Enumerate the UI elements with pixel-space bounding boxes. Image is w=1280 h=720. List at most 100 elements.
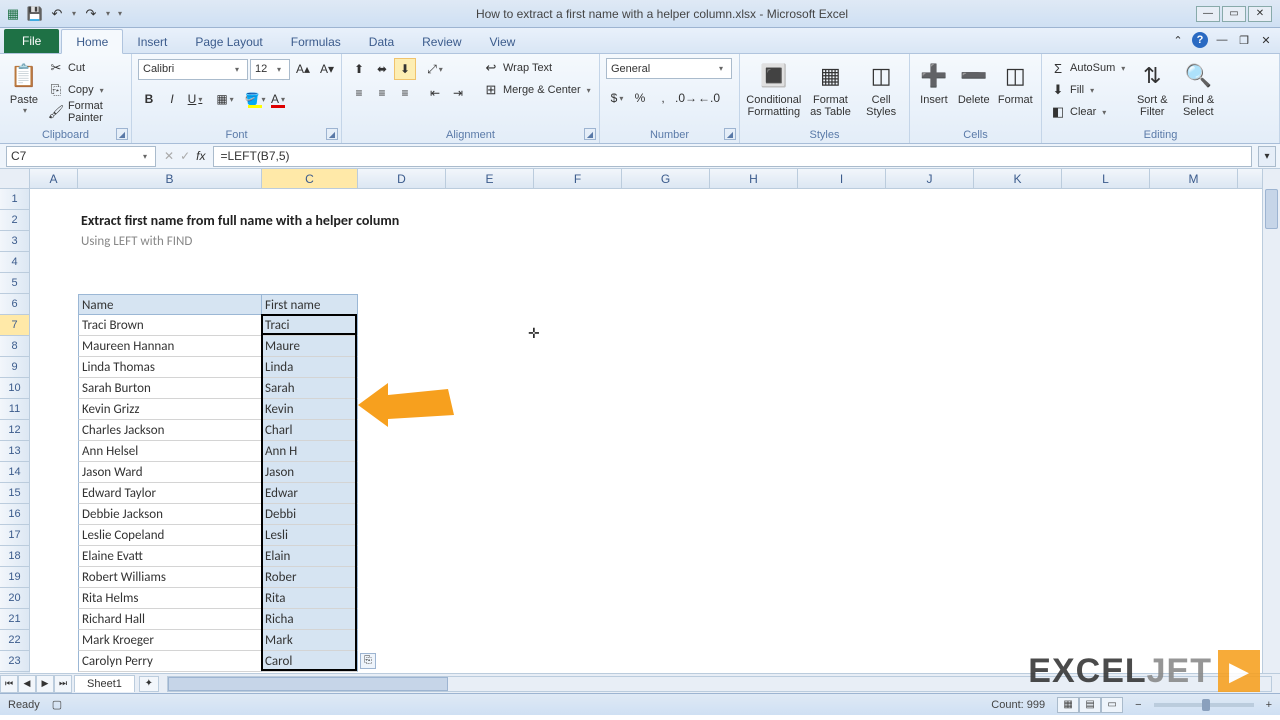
clipboard-launcher-icon[interactable]: ◢ <box>116 128 128 140</box>
clear-button[interactable]: ◧Clear▾ <box>1048 102 1127 122</box>
cell-C9[interactable]: Linda <box>262 357 358 378</box>
row-header-8[interactable]: 8 <box>0 336 30 357</box>
fx-icon[interactable]: fx <box>196 149 205 163</box>
cut-button[interactable]: ✂Cut <box>46 58 125 78</box>
cell-B9[interactable]: Linda Thomas <box>78 357 262 378</box>
cell-C20[interactable]: Rita <box>262 588 358 609</box>
help-icon[interactable]: ? <box>1192 32 1208 48</box>
row-header-3[interactable]: 3 <box>0 231 30 252</box>
cell-B6[interactable]: Name <box>78 294 262 315</box>
zoom-in-icon[interactable]: + <box>1266 699 1272 711</box>
cell-C23[interactable]: Carol <box>262 651 358 672</box>
macro-record-icon[interactable]: ▢ <box>52 698 62 711</box>
cell-B20[interactable]: Rita Helms <box>78 588 262 609</box>
name-box[interactable]: C7▾ <box>6 146 156 167</box>
redo-icon[interactable]: ↷ <box>82 5 100 23</box>
row-header-22[interactable]: 22 <box>0 630 30 651</box>
number-launcher-icon[interactable]: ◢ <box>724 128 736 140</box>
cell-C15[interactable]: Edwar <box>262 483 358 504</box>
hscroll-thumb[interactable] <box>168 677 448 691</box>
tab-home[interactable]: Home <box>61 29 123 54</box>
increase-indent-icon[interactable]: ⇥ <box>447 82 469 104</box>
underline-button[interactable]: U▾ <box>184 88 206 110</box>
cell-B11[interactable]: Kevin Grizz <box>78 399 262 420</box>
col-header-J[interactable]: J <box>886 169 974 188</box>
row-header-23[interactable]: 23 <box>0 651 30 672</box>
cell-C10[interactable]: Sarah <box>262 378 358 399</box>
alignment-launcher-icon[interactable]: ◢ <box>584 128 596 140</box>
workbook-minimize-icon[interactable]: — <box>1214 32 1230 48</box>
sheet-nav-next-icon[interactable]: ▶ <box>36 675 54 693</box>
row-header-18[interactable]: 18 <box>0 546 30 567</box>
cell-C19[interactable]: Rober <box>262 567 358 588</box>
delete-cells-button[interactable]: ➖Delete <box>956 58 992 106</box>
cell-C11[interactable]: Kevin <box>262 399 358 420</box>
format-as-table-button[interactable]: ▦Format as Table <box>806 58 856 118</box>
col-header-C[interactable]: C <box>262 169 358 188</box>
orientation-icon[interactable]: ⤢▾ <box>424 58 446 80</box>
cell-B23[interactable]: Carolyn Perry <box>78 651 262 672</box>
sheet-nav-first-icon[interactable]: ⏮ <box>0 675 18 693</box>
cell-C14[interactable]: Jason <box>262 462 358 483</box>
maximize-button[interactable]: ▭ <box>1222 6 1246 22</box>
number-format-select[interactable]: General▾ <box>606 58 732 79</box>
ribbon-minimize-icon[interactable]: ⌃ <box>1170 32 1186 48</box>
minimize-button[interactable]: — <box>1196 6 1220 22</box>
grow-font-icon[interactable]: A▴ <box>292 58 314 80</box>
align-middle-icon[interactable]: ⬌ <box>371 58 393 80</box>
fill-color-button[interactable]: 🪣▾ <box>244 88 266 110</box>
workbook-restore-icon[interactable]: ❐ <box>1236 32 1252 48</box>
undo-icon[interactable]: ↶ <box>48 5 66 23</box>
align-right-icon[interactable]: ≡ <box>394 82 416 104</box>
col-header-G[interactable]: G <box>622 169 710 188</box>
cell-B18[interactable]: Elaine Evatt <box>78 546 262 567</box>
tab-formulas[interactable]: Formulas <box>277 30 355 53</box>
row-header-21[interactable]: 21 <box>0 609 30 630</box>
tab-page-layout[interactable]: Page Layout <box>181 30 276 53</box>
borders-button[interactable]: ▦▾ <box>214 88 236 110</box>
redo-dropdown-icon[interactable]: ▾ <box>104 5 112 23</box>
sheet-nav-last-icon[interactable]: ⏭ <box>54 675 72 693</box>
font-color-button[interactable]: A▾ <box>267 88 289 110</box>
cell-B14[interactable]: Jason Ward <box>78 462 262 483</box>
zoom-slider[interactable] <box>1154 703 1254 707</box>
cell-B12[interactable]: Charles Jackson <box>78 420 262 441</box>
cell-C22[interactable]: Mark <box>262 630 358 651</box>
row-header-16[interactable]: 16 <box>0 504 30 525</box>
tab-data[interactable]: Data <box>355 30 408 53</box>
view-page-break-icon[interactable]: ▭ <box>1101 697 1123 713</box>
font-size-select[interactable]: 12▾ <box>250 59 290 80</box>
tab-view[interactable]: View <box>476 30 530 53</box>
align-left-icon[interactable]: ≡ <box>348 82 370 104</box>
sheet-tab-sheet1[interactable]: Sheet1 <box>74 675 135 692</box>
decrease-decimal-icon[interactable]: ←.0 <box>698 87 720 109</box>
cell-B17[interactable]: Leslie Copeland <box>78 525 262 546</box>
conditional-formatting-button[interactable]: 🔳Conditional Formatting <box>746 58 802 118</box>
row-header-12[interactable]: 12 <box>0 420 30 441</box>
font-name-select[interactable]: Calibri▾ <box>138 59 248 80</box>
insert-cells-button[interactable]: ➕Insert <box>916 58 952 106</box>
cell-C8[interactable]: Maure <box>262 336 358 357</box>
row-header-6[interactable]: 6 <box>0 294 30 315</box>
worksheet-grid[interactable]: ABCDEFGHIJKLM 12345678910111213141516171… <box>0 169 1280 673</box>
cell-C21[interactable]: Richa <box>262 609 358 630</box>
cell-B22[interactable]: Mark Kroeger <box>78 630 262 651</box>
cell-B10[interactable]: Sarah Burton <box>78 378 262 399</box>
row-header-14[interactable]: 14 <box>0 462 30 483</box>
merge-center-button[interactable]: ⊞Merge & Center▾ <box>481 80 593 100</box>
cell-B8[interactable]: Maureen Hannan <box>78 336 262 357</box>
undo-dropdown-icon[interactable]: ▾ <box>70 5 78 23</box>
row-header-15[interactable]: 15 <box>0 483 30 504</box>
cell-B7[interactable]: Traci Brown <box>78 315 262 336</box>
col-header-F[interactable]: F <box>534 169 622 188</box>
cell-C18[interactable]: Elain <box>262 546 358 567</box>
cell-C6[interactable]: First name <box>262 294 358 315</box>
row-header-4[interactable]: 4 <box>0 252 30 273</box>
comma-format-icon[interactable]: , <box>652 87 674 109</box>
new-sheet-icon[interactable]: ✦ <box>139 676 159 692</box>
sort-filter-button[interactable]: ⇅Sort & Filter <box>1131 58 1173 118</box>
view-normal-icon[interactable]: ▦ <box>1057 697 1079 713</box>
formula-bar-expand-icon[interactable]: ▾ <box>1258 146 1276 167</box>
scrollbar-thumb[interactable] <box>1265 189 1278 229</box>
cells-area[interactable]: Extract first name from full name with a… <box>30 189 1262 673</box>
